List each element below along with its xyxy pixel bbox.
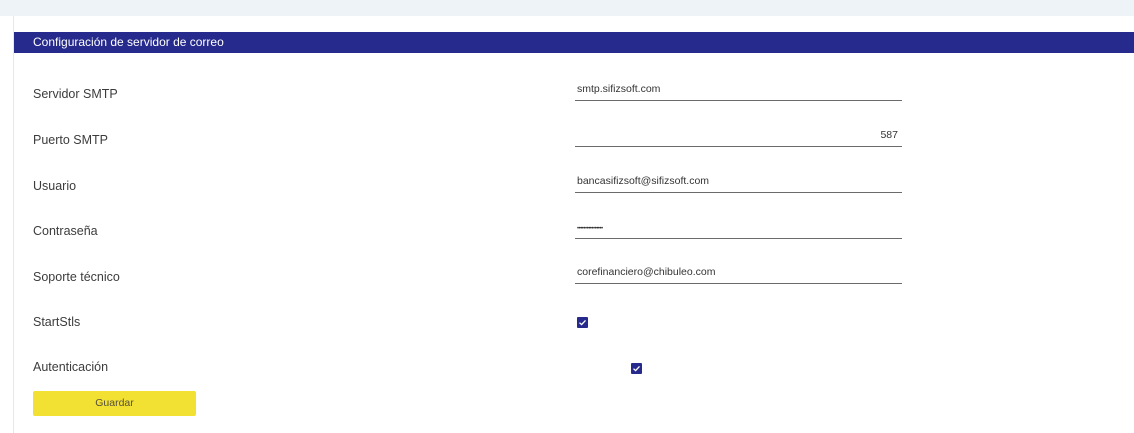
user-label: Usuario <box>33 179 77 193</box>
smtp-server-value: smtp.sifizsoft.com <box>577 83 661 95</box>
password-label: Contraseña <box>33 224 98 238</box>
auth-checkbox[interactable] <box>631 363 642 374</box>
password-value: •••••••••••••••• <box>577 226 603 232</box>
smtp-server-label: Servidor SMTP <box>33 87 118 101</box>
user-value: bancasifizsoft@sifizsoft.com <box>577 175 710 187</box>
support-value: corefinanciero@chibuleo.com <box>577 266 716 278</box>
auth-label: Autenticación <box>33 360 109 374</box>
starttls-checkbox[interactable] <box>577 317 588 328</box>
smtp-server-input[interactable]: smtp.sifizsoft.com <box>575 81 902 101</box>
password-input[interactable]: •••••••••••••••• <box>575 219 902 239</box>
check-icon <box>633 365 640 372</box>
smtp-port-input[interactable]: 587 <box>575 127 902 147</box>
save-button[interactable]: Guardar <box>33 391 196 416</box>
mail-server-config-panel: Configuración de servidor de correo Serv… <box>13 16 1134 433</box>
panel-title: Configuración de servidor de correo <box>14 32 1134 53</box>
support-label: Soporte técnico <box>33 270 120 284</box>
support-input[interactable]: corefinanciero@chibuleo.com <box>575 264 902 284</box>
starttls-label: StartStls <box>33 315 81 329</box>
smtp-port-label: Puerto SMTP <box>33 133 109 147</box>
smtp-port-value: 587 <box>880 129 898 141</box>
check-icon <box>579 319 586 326</box>
top-background-strip <box>0 0 1134 16</box>
user-input[interactable]: bancasifizsoft@sifizsoft.com <box>575 173 902 193</box>
